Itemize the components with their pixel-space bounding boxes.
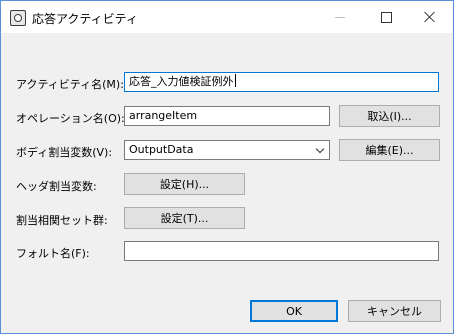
body-variable-select[interactable]: OutputData (124, 140, 330, 160)
text-caret (234, 74, 236, 87)
cancel-button[interactable]: キャンセル (348, 300, 441, 322)
body-variable-value: OutputData (129, 143, 194, 156)
maximize-button[interactable] (363, 1, 409, 33)
title-bar[interactable]: 応答アクティビティ (1, 1, 453, 33)
correlation-settings-button[interactable]: 設定(T)... (124, 207, 245, 229)
minimize-button (317, 1, 363, 33)
ok-button[interactable]: OK (250, 300, 338, 322)
body-variable-label: ボディ割当変数(V): (16, 146, 113, 159)
operation-name-input[interactable]: arrangeItem (124, 106, 330, 126)
header-variable-label: ヘッダ割当変数: (16, 180, 97, 193)
activity-name-input[interactable]: 応答_入力値検証例外 (124, 72, 439, 92)
close-icon (424, 11, 436, 23)
activity-name-value: 応答_入力値検証例外 (129, 75, 234, 88)
chevron-down-icon (315, 144, 325, 154)
minimize-icon (335, 16, 345, 18)
window-title: 応答アクティビティ (32, 12, 138, 26)
correlation-sets-label: 割当相関セット群: (16, 214, 108, 227)
fault-name-input[interactable] (124, 241, 439, 261)
app-icon (10, 10, 26, 26)
header-settings-button[interactable]: 設定(H)... (124, 173, 245, 195)
maximize-icon (380, 11, 392, 23)
close-button[interactable] (407, 1, 453, 33)
import-button[interactable]: 取込(I)... (339, 105, 440, 127)
operation-name-label: オペレーション名(O): (16, 112, 125, 125)
dialog-window: 応答アクティビティ アクティビティ名(M): 応答_入力値検証例外 オペレーショ… (0, 0, 454, 334)
edit-button[interactable]: 編集(E)... (339, 139, 440, 161)
fault-name-label: フォルト名(F): (16, 247, 90, 260)
activity-name-label: アクティビティ名(M): (16, 78, 124, 91)
